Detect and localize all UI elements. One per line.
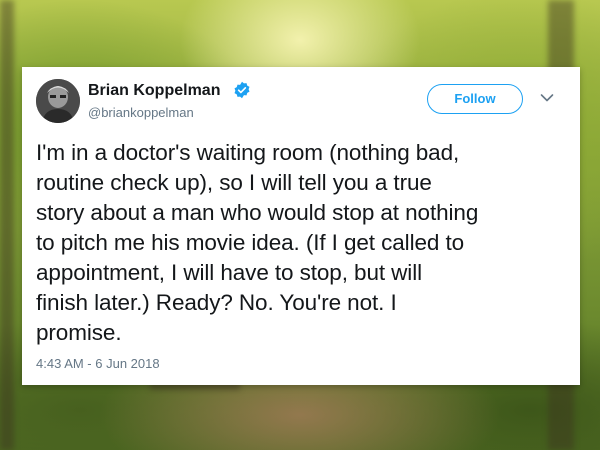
author-name[interactable]: Brian Koppelman <box>88 82 220 100</box>
background-tree-trunk-left <box>0 0 14 450</box>
tweet-text: I'm in a doctor's waiting room (nothing … <box>36 138 566 348</box>
avatar[interactable] <box>36 79 80 123</box>
chevron-down-icon[interactable] <box>540 93 554 103</box>
verified-badge-icon <box>234 81 250 99</box>
tweet-text-line: story about a man who would stop at noth… <box>36 200 479 225</box>
tweet-text-line: to pitch me his movie idea. (If I get ca… <box>36 230 465 255</box>
tweet-text-line: promise. <box>36 320 122 345</box>
follow-button[interactable]: Follow <box>427 84 523 114</box>
author-handle[interactable]: @briankoppelman <box>88 105 194 120</box>
tweet-text-line: I'm in a doctor's waiting room (nothing … <box>36 140 460 165</box>
tweet-text-line: appointment, I will have to stop, but wi… <box>36 260 423 285</box>
tweet-card: Brian Koppelman @briankoppelman Follow I… <box>22 67 580 385</box>
tweet-timestamp[interactable]: 4:43 AM - 6 Jun 2018 <box>36 356 160 371</box>
tweet-text-line: routine check up), so I will tell you a … <box>36 170 432 195</box>
tweet-text-line: finish later.) Ready? No. You're not. I <box>36 290 397 315</box>
